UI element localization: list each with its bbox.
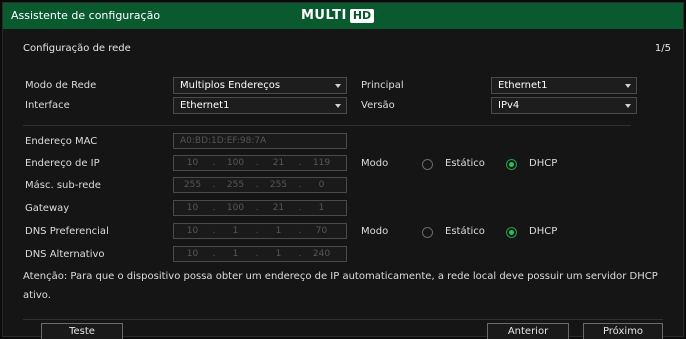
- dns2-octet: 240: [312, 249, 331, 259]
- ip-mode-dhcp-label: DHCP: [529, 158, 558, 169]
- dns1-octet: 1: [232, 226, 239, 236]
- ip-mode-static-radio[interactable]: [422, 159, 433, 170]
- gateway-octet: 10: [186, 203, 199, 213]
- mac-address-value: A0:BD:1D:EF:98:7A: [180, 136, 267, 146]
- mask-octet: 255: [183, 180, 202, 190]
- ip-mode-static-label: Estático: [445, 158, 485, 169]
- dns-mode-dhcp-radio[interactable]: [506, 227, 517, 238]
- dns-mode-static-radio[interactable]: [422, 227, 433, 238]
- interface-value: Ethernet1: [180, 100, 230, 111]
- dns2-octet: 1: [232, 249, 239, 259]
- dns-alternate-label: DNS Alternativo: [25, 249, 105, 260]
- ip-mode-label: Modo: [361, 158, 389, 169]
- subnet-mask-input[interactable]: 255. 255. 255. 0: [173, 177, 347, 193]
- gateway-input[interactable]: 10. 100. 21. 1: [173, 200, 347, 216]
- chevron-down-icon: [625, 84, 631, 88]
- setup-wizard-window: Assistente de configuração MULTI HD Conf…: [2, 2, 684, 339]
- mac-address-field: A0:BD:1D:EF:98:7A: [173, 133, 347, 149]
- ip-mode-dhcp-radio[interactable]: [506, 159, 517, 170]
- network-mode-value: Multiplos Endereços: [180, 80, 281, 91]
- dns-mode-dhcp-label: DHCP: [529, 226, 558, 237]
- gateway-label: Gateway: [25, 203, 70, 214]
- interface-select[interactable]: Ethernet1: [173, 97, 347, 114]
- principal-select[interactable]: Ethernet1: [491, 77, 637, 94]
- ip-octet: 100: [226, 158, 245, 168]
- version-select[interactable]: IPv4: [491, 97, 637, 114]
- chevron-down-icon: [335, 104, 341, 108]
- dhcp-warning-note: Atenção: Para que o dispositivo possa ob…: [23, 271, 658, 301]
- page-indicator: 1/5: [654, 43, 671, 54]
- title-bar: Assistente de configuração MULTI HD: [3, 3, 683, 29]
- gateway-octet: 100: [226, 203, 245, 213]
- window-title: Assistente de configuração: [11, 9, 161, 22]
- network-mode-select[interactable]: Multiplos Endereços: [173, 77, 347, 94]
- mask-octet: 255: [269, 180, 288, 190]
- interface-label: Interface: [25, 100, 70, 111]
- dns-alternate-input[interactable]: 10. 1. 1. 240: [173, 246, 347, 262]
- next-button[interactable]: Próximo: [583, 323, 663, 339]
- gateway-octet: 1: [318, 203, 325, 213]
- ip-octet: 119: [312, 158, 331, 168]
- ip-address-label: Endereço de IP: [25, 158, 100, 169]
- network-mode-label: Modo de Rede: [25, 80, 97, 91]
- subnet-mask-label: Másc. sub-rede: [25, 180, 101, 191]
- dns2-octet: 1: [275, 249, 282, 259]
- version-value: IPv4: [498, 100, 520, 111]
- dns-preferred-input[interactable]: 10. 1. 1. 70: [173, 223, 347, 239]
- gateway-octet: 21: [272, 203, 285, 213]
- principal-label: Principal: [361, 80, 404, 91]
- dns1-octet: 10: [186, 226, 199, 236]
- mask-octet: 0: [318, 180, 325, 190]
- logo-hd-badge: HD: [349, 8, 375, 23]
- ip-octet: 10: [186, 158, 199, 168]
- section-title: Configuração de rede: [23, 43, 131, 54]
- mac-address-label: Endereço MAC: [25, 136, 98, 147]
- logo-multi-text: MULTI: [301, 8, 347, 23]
- dns1-octet: 70: [315, 226, 328, 236]
- ip-address-input[interactable]: 10. 100. 21. 119: [173, 155, 347, 171]
- dns-mode-label: Modo: [361, 226, 389, 237]
- previous-button[interactable]: Anterior: [487, 323, 569, 339]
- dns1-octet: 1: [275, 226, 282, 236]
- chevron-down-icon: [625, 104, 631, 108]
- mask-octet: 255: [226, 180, 245, 190]
- principal-value: Ethernet1: [498, 80, 548, 91]
- dns-mode-static-label: Estático: [445, 226, 485, 237]
- ip-octet: 21: [272, 158, 285, 168]
- divider: [23, 125, 631, 126]
- chevron-down-icon: [335, 84, 341, 88]
- dns2-octet: 10: [186, 249, 199, 259]
- multi-hd-logo: MULTI HD: [301, 8, 375, 23]
- dns-preferred-label: DNS Preferencial: [25, 226, 109, 237]
- divider: [23, 319, 663, 320]
- test-button[interactable]: Teste: [41, 323, 123, 339]
- version-label: Versão: [361, 100, 395, 111]
